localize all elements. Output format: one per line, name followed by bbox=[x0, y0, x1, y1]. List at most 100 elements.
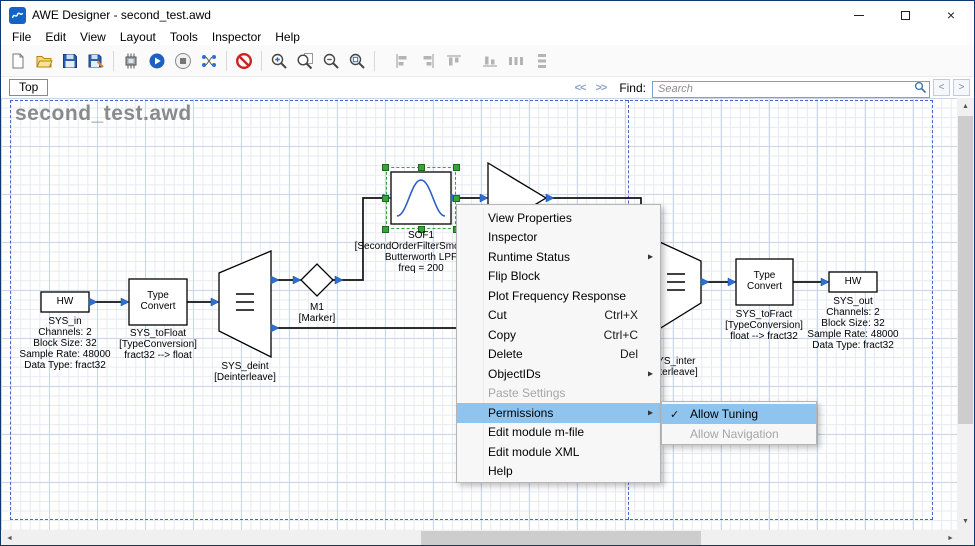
tuning-disabled-button[interactable] bbox=[231, 48, 257, 74]
new-model-button[interactable] bbox=[5, 48, 31, 74]
window-title: AWE Designer - second_test.awd bbox=[32, 8, 211, 22]
toolbar-separator bbox=[261, 51, 262, 71]
history-forward-button[interactable]: >> bbox=[590, 82, 611, 94]
align-left-button[interactable] bbox=[389, 48, 415, 74]
block-caption-sys-tofract: SYS_toFract [TypeConversion] float --> f… bbox=[725, 309, 803, 342]
stop-button[interactable] bbox=[170, 48, 196, 74]
block-label: Type Convert bbox=[736, 270, 793, 292]
align-left-icon bbox=[393, 52, 411, 70]
find-next-button[interactable]: > bbox=[953, 79, 970, 96]
save-as-button[interactable] bbox=[83, 48, 109, 74]
horizontal-scrollbar[interactable]: ◄ ► bbox=[1, 530, 959, 546]
menu-item-inspector[interactable]: Inspector bbox=[457, 228, 660, 248]
search-icon[interactable] bbox=[914, 81, 927, 99]
menu-item-copy[interactable]: CopyCtrl+C bbox=[457, 325, 660, 345]
toolbar-separator bbox=[374, 51, 375, 71]
scroll-left-button[interactable]: ◄ bbox=[1, 530, 18, 546]
menu-item-edit-module-m-file[interactable]: Edit module m-file bbox=[457, 423, 660, 443]
maximize-icon bbox=[901, 11, 910, 20]
selection-handle[interactable] bbox=[453, 195, 460, 202]
menu-file[interactable]: File bbox=[5, 29, 38, 45]
menu-view[interactable]: View bbox=[73, 29, 113, 45]
zoom-in-button[interactable] bbox=[266, 48, 292, 74]
breadcrumb-tab-top[interactable]: Top bbox=[9, 79, 48, 96]
scroll-up-button[interactable]: ▲ bbox=[957, 98, 974, 115]
align-right-button[interactable] bbox=[415, 48, 441, 74]
awe-designer-window: AWE Designer - second_test.awd × File Ed… bbox=[0, 0, 975, 546]
propagate-changes-icon bbox=[122, 52, 140, 70]
propagate-changes-button[interactable] bbox=[118, 48, 144, 74]
tuning-disabled-icon bbox=[235, 52, 253, 70]
zoom-out-button[interactable] bbox=[318, 48, 344, 74]
save-as-icon bbox=[87, 52, 105, 70]
submenu-item-allow-navigation: Allow Navigation bbox=[662, 424, 816, 444]
find-label: Find: bbox=[619, 81, 646, 95]
find-previous-button[interactable]: < bbox=[933, 79, 950, 96]
zoom-selection-icon bbox=[348, 52, 366, 70]
menu-item-help[interactable]: Help bbox=[457, 462, 660, 482]
selection-handle[interactable] bbox=[418, 164, 425, 171]
history-back-button[interactable]: << bbox=[570, 82, 591, 94]
menu-item-view-properties[interactable]: View Properties bbox=[457, 208, 660, 228]
menu-item-runtime-status[interactable]: Runtime Status▸ bbox=[457, 247, 660, 267]
menu-item-objectids[interactable]: ObjectIDs▸ bbox=[457, 364, 660, 384]
distribute-horizontal-button[interactable] bbox=[503, 48, 529, 74]
selection-handle[interactable] bbox=[453, 164, 460, 171]
align-bottom-icon bbox=[481, 52, 499, 70]
minimize-button[interactable] bbox=[836, 1, 882, 29]
menu-item-permissions[interactable]: Permissions▸ bbox=[457, 403, 660, 423]
menu-item-cut[interactable]: CutCtrl+X bbox=[457, 306, 660, 326]
menu-item-edit-module-xml[interactable]: Edit module XML bbox=[457, 442, 660, 462]
context-menu: View Properties Inspector Runtime Status… bbox=[456, 204, 661, 483]
run-icon bbox=[148, 52, 166, 70]
audio-routing-button[interactable] bbox=[196, 48, 222, 74]
align-right-icon bbox=[419, 52, 437, 70]
distribute-vertical-button[interactable] bbox=[529, 48, 555, 74]
selection-handle[interactable] bbox=[382, 195, 389, 202]
menu-edit[interactable]: Edit bbox=[38, 29, 73, 45]
close-icon: × bbox=[947, 7, 955, 23]
submenu-arrow-icon: ▸ bbox=[648, 251, 653, 262]
marker-block[interactable] bbox=[301, 264, 333, 296]
menu-help[interactable]: Help bbox=[268, 29, 307, 45]
menu-tools[interactable]: Tools bbox=[163, 29, 205, 45]
selection-handle[interactable] bbox=[382, 164, 389, 171]
menu-item-plot-frequency-response[interactable]: Plot Frequency Response bbox=[457, 286, 660, 306]
vertical-scrollbar[interactable]: ▲ ▼ bbox=[957, 98, 974, 530]
block-caption-sys-out: SYS_out Channels: 2 Block Size: 32 Sampl… bbox=[807, 296, 898, 351]
block-label: HW bbox=[829, 276, 877, 287]
scroll-down-button[interactable]: ▼ bbox=[957, 513, 974, 530]
scrollbar-corner bbox=[957, 530, 974, 546]
menu-item-delete[interactable]: DeleteDel bbox=[457, 345, 660, 365]
submenu-arrow-icon: ▸ bbox=[648, 368, 653, 379]
deinterleave-block[interactable] bbox=[219, 251, 271, 357]
block-caption-sys-in: SYS_in Channels: 2 Block Size: 32 Sample… bbox=[19, 316, 110, 371]
submenu-arrow-icon: ▸ bbox=[648, 407, 653, 418]
design-canvas[interactable]: second_test.awd bbox=[1, 98, 959, 530]
block-label: Type Convert bbox=[129, 290, 187, 312]
horizontal-scroll-thumb[interactable] bbox=[421, 531, 701, 546]
block-caption-sys-deint: SYS_deint [Deinterleave] bbox=[214, 361, 276, 383]
zoom-in-icon bbox=[270, 52, 288, 70]
vertical-scroll-thumb[interactable] bbox=[958, 116, 973, 424]
zoom-selection-button[interactable] bbox=[344, 48, 370, 74]
block-caption-m1: M1 [Marker] bbox=[299, 302, 336, 324]
new-model-icon bbox=[9, 52, 27, 70]
search-input[interactable] bbox=[652, 81, 930, 98]
submenu-item-allow-tuning[interactable]: ✓ Allow Tuning bbox=[662, 404, 816, 424]
align-top-icon bbox=[445, 52, 463, 70]
findbar: Top << >> Find: < > bbox=[1, 77, 974, 98]
run-button[interactable] bbox=[144, 48, 170, 74]
align-bottom-button[interactable] bbox=[477, 48, 503, 74]
maximize-button[interactable] bbox=[882, 1, 928, 29]
menu-item-flip-block[interactable]: Flip Block bbox=[457, 267, 660, 287]
menu-layout[interactable]: Layout bbox=[113, 29, 163, 45]
save-button[interactable] bbox=[57, 48, 83, 74]
open-button[interactable] bbox=[31, 48, 57, 74]
distribute-vertical-icon bbox=[533, 52, 551, 70]
close-button[interactable]: × bbox=[928, 1, 974, 29]
zoom-fit-button[interactable] bbox=[292, 48, 318, 74]
menu-inspector[interactable]: Inspector bbox=[205, 29, 268, 45]
selection-outline bbox=[386, 167, 456, 229]
align-top-button[interactable] bbox=[441, 48, 467, 74]
